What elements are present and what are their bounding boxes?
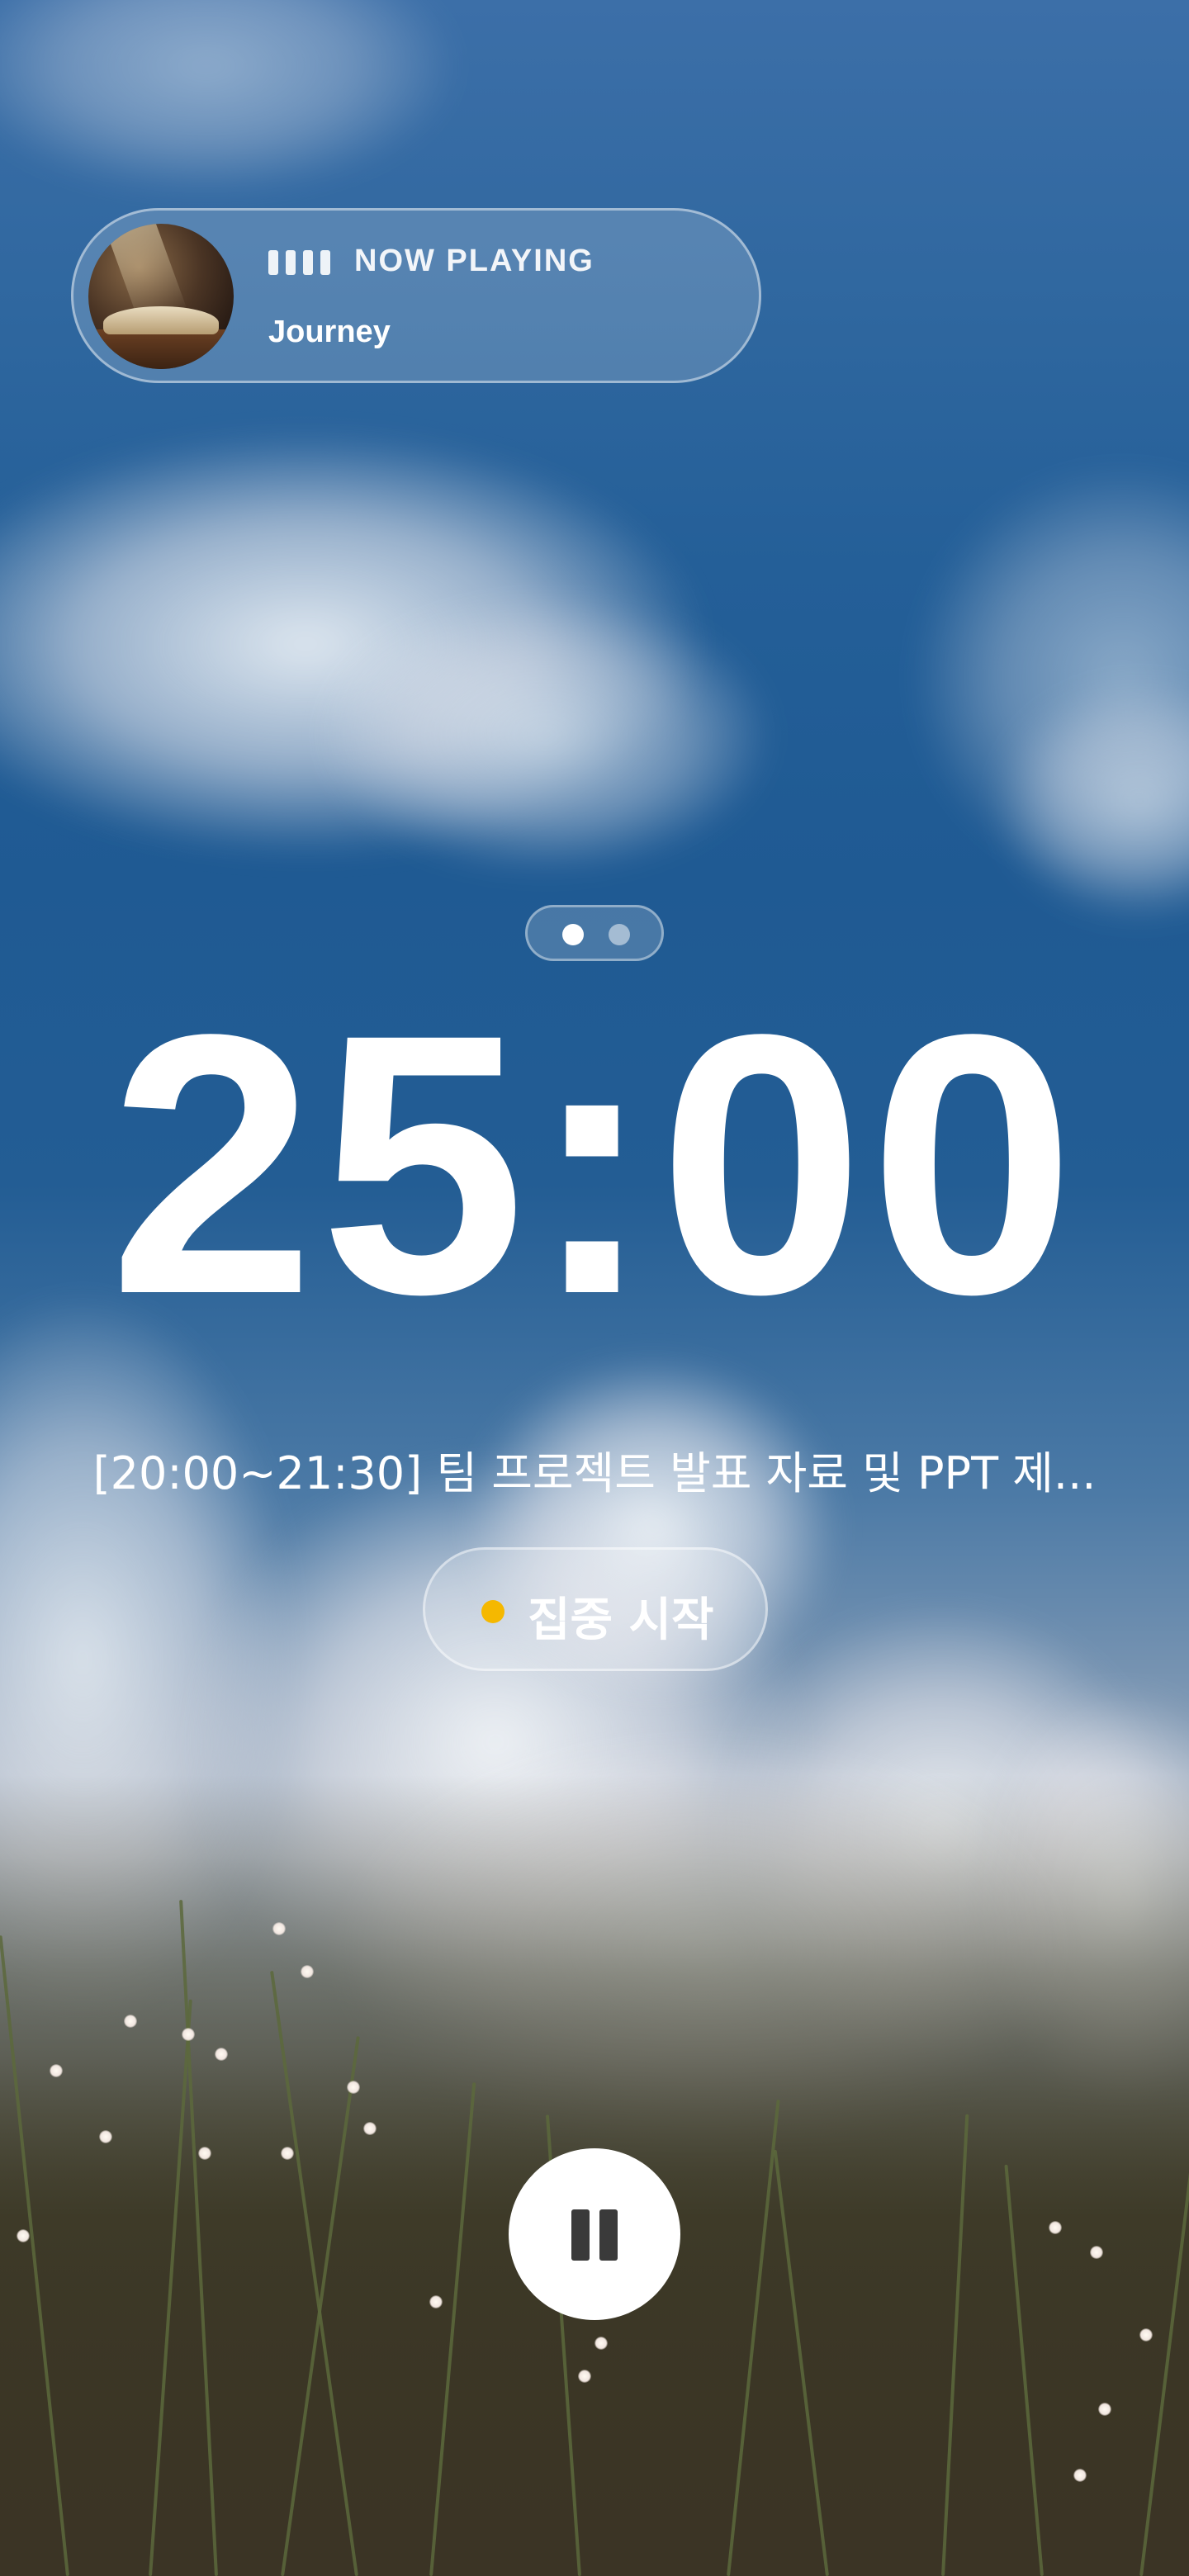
now-playing-widget[interactable]: NOW PLAYING Journey [71,208,761,383]
task-title: [20:00~21:30] 팀 프로젝트 발표 자료 및 PPT 제... [92,1447,1097,1499]
focus-start-label: 집중 시작 [528,1593,714,1647]
album-art[interactable] [88,224,234,369]
page-dot-active[interactable] [562,924,584,945]
pause-button[interactable] [509,2148,680,2320]
now-playing-label: NOW PLAYING [354,244,594,278]
equalizer-icon [268,250,331,275]
page-dot-inactive[interactable] [609,924,630,945]
track-title: Journey [268,315,391,349]
page-indicator[interactable] [525,905,664,961]
status-dot [481,1600,504,1623]
timer-display: 25:00 [109,957,1080,1371]
focus-start-button[interactable]: 집중 시작 [423,1547,768,1671]
